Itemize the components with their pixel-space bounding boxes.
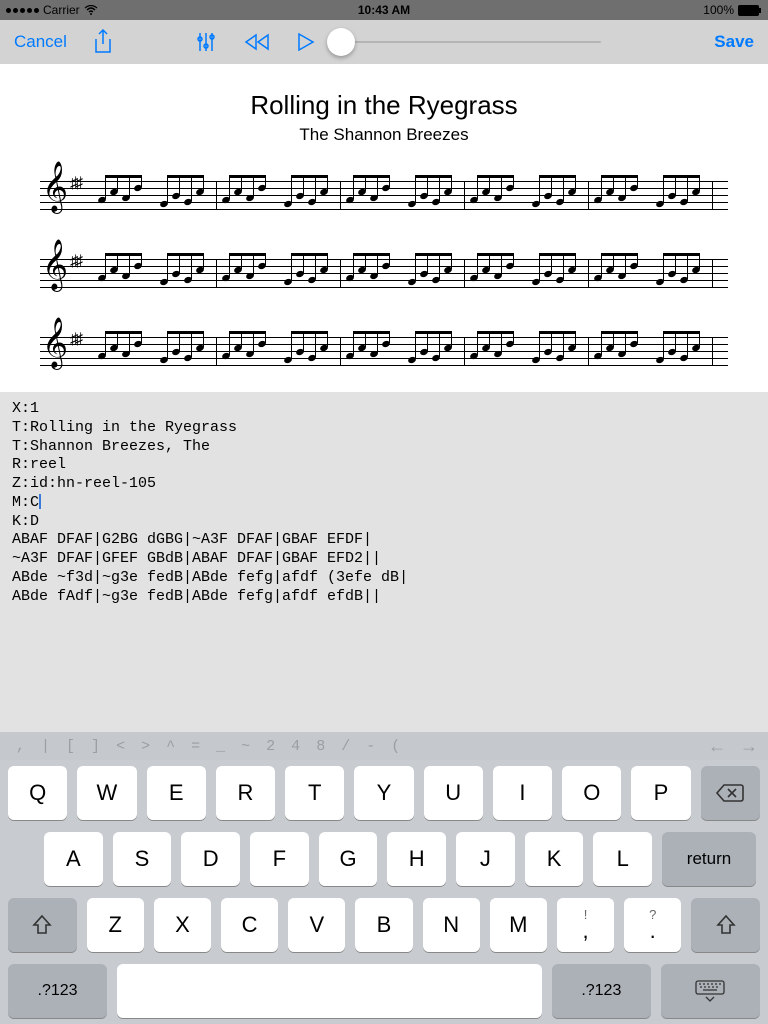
- treble-clef-icon: 𝄞: [42, 321, 68, 365]
- key-comma[interactable]: !,: [557, 898, 614, 952]
- key-n[interactable]: N: [423, 898, 480, 952]
- key-c[interactable]: C: [221, 898, 278, 952]
- signal-strength-icon: [6, 8, 39, 13]
- sheet-music-view: Rolling in the Ryegrass The Shannon Bree…: [0, 64, 768, 392]
- accessory-key[interactable]: _: [210, 738, 231, 755]
- key-backspace-icon[interactable]: [701, 766, 760, 820]
- accessory-key[interactable]: >: [135, 738, 156, 755]
- key-j[interactable]: J: [456, 832, 515, 886]
- key-q[interactable]: Q: [8, 766, 67, 820]
- accessory-right-arrow[interactable]: →: [740, 736, 758, 757]
- key-u[interactable]: U: [424, 766, 483, 820]
- wifi-icon: [84, 5, 98, 15]
- key-x[interactable]: X: [154, 898, 211, 952]
- key-shift-icon[interactable]: [8, 898, 77, 952]
- key-shift-icon[interactable]: [691, 898, 760, 952]
- accessory-left-arrow[interactable]: ←: [708, 736, 726, 757]
- key-r[interactable]: R: [216, 766, 275, 820]
- cancel-button[interactable]: Cancel: [14, 32, 67, 52]
- staff-2: 𝄞 ♯♯: [40, 247, 728, 301]
- key-mode-right[interactable]: .?123: [552, 964, 651, 1018]
- play-icon[interactable]: [297, 32, 315, 52]
- key-p[interactable]: P: [631, 766, 690, 820]
- key-h[interactable]: H: [387, 832, 446, 886]
- key-signature: ♯♯: [70, 175, 80, 193]
- rewind-icon[interactable]: [243, 33, 271, 51]
- accessory-key[interactable]: [: [60, 738, 81, 755]
- status-bar: Carrier 10:43 AM 100%: [0, 0, 768, 20]
- slider-thumb[interactable]: [327, 28, 355, 56]
- key-v[interactable]: V: [288, 898, 345, 952]
- staff-3: 𝄞 ♯♯: [40, 325, 728, 379]
- accessory-key[interactable]: -: [360, 738, 381, 755]
- key-d[interactable]: D: [181, 832, 240, 886]
- key-m[interactable]: M: [490, 898, 547, 952]
- accessory-key[interactable]: /: [335, 738, 356, 755]
- accessory-key[interactable]: ^: [160, 738, 181, 755]
- toolbar: Cancel Save: [0, 20, 768, 64]
- key-f[interactable]: F: [250, 832, 309, 886]
- treble-clef-icon: 𝄞: [42, 165, 68, 209]
- accessory-key[interactable]: ~: [235, 738, 256, 755]
- key-e[interactable]: E: [147, 766, 206, 820]
- accessory-key[interactable]: 8: [310, 738, 331, 755]
- key-period[interactable]: ?.: [624, 898, 681, 952]
- save-button[interactable]: Save: [714, 32, 754, 52]
- keyboard: ,|[]<>^=_~248/-( ← → QWERTYUIOP ASDFGHJK…: [0, 732, 768, 1024]
- tuning-sliders-icon[interactable]: [195, 31, 217, 53]
- keyboard-accessory-bar: ,|[]<>^=_~248/-( ← →: [0, 732, 768, 760]
- key-space[interactable]: [117, 964, 542, 1018]
- accessory-key[interactable]: |: [35, 738, 56, 755]
- clock: 10:43 AM: [358, 3, 410, 17]
- key-b[interactable]: B: [355, 898, 412, 952]
- text-cursor: [39, 494, 41, 509]
- accessory-key[interactable]: ]: [85, 738, 106, 755]
- tune-subtitle: The Shannon Breezes: [0, 125, 768, 145]
- key-mode-left[interactable]: .?123: [8, 964, 107, 1018]
- key-signature: ♯♯: [70, 253, 80, 271]
- accessory-key[interactable]: =: [185, 738, 206, 755]
- staff-1: 𝄞 ♯♯: [40, 169, 728, 223]
- key-s[interactable]: S: [113, 832, 172, 886]
- key-o[interactable]: O: [562, 766, 621, 820]
- battery-percent: 100%: [703, 3, 734, 17]
- playback-slider[interactable]: [341, 41, 601, 43]
- key-k[interactable]: K: [525, 832, 584, 886]
- key-a[interactable]: A: [44, 832, 103, 886]
- tune-title: Rolling in the Ryegrass: [0, 90, 768, 121]
- key-t[interactable]: T: [285, 766, 344, 820]
- treble-clef-icon: 𝄞: [42, 243, 68, 287]
- abc-editor[interactable]: X:1 T:Rolling in the Ryegrass T:Shannon …: [0, 392, 768, 732]
- battery-icon: [738, 5, 762, 16]
- accessory-key[interactable]: 4: [285, 738, 306, 755]
- key-signature: ♯♯: [70, 331, 80, 349]
- key-z[interactable]: Z: [87, 898, 144, 952]
- key-l[interactable]: L: [593, 832, 652, 886]
- key-g[interactable]: G: [319, 832, 378, 886]
- accessory-key[interactable]: ,: [10, 738, 31, 755]
- accessory-key[interactable]: <: [110, 738, 131, 755]
- key-i[interactable]: I: [493, 766, 552, 820]
- accessory-key[interactable]: 2: [260, 738, 281, 755]
- share-icon[interactable]: [93, 29, 113, 55]
- key-return[interactable]: return: [662, 832, 756, 886]
- staff-block: 𝄞 ♯♯ 𝄞 ♯♯ 𝄞 ♯♯: [0, 169, 768, 379]
- carrier-label: Carrier: [43, 3, 80, 17]
- key-dismiss-keyboard-icon[interactable]: [661, 964, 760, 1018]
- accessory-key[interactable]: (: [385, 738, 406, 755]
- key-y[interactable]: Y: [354, 766, 413, 820]
- key-w[interactable]: W: [77, 766, 136, 820]
